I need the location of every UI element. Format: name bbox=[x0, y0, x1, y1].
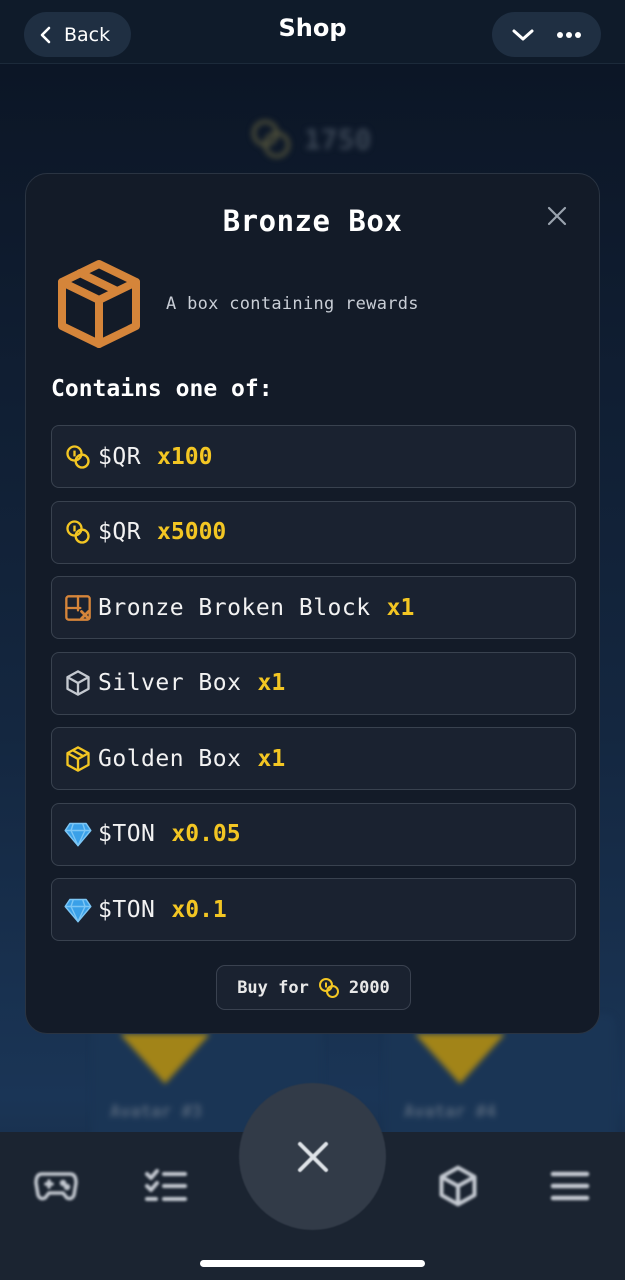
app-header: Back Shop bbox=[0, 0, 625, 64]
reward-item: $QR x5000 bbox=[51, 500, 576, 564]
reward-quantity: x100 bbox=[157, 443, 213, 470]
reward-item: $QR x100 bbox=[51, 425, 576, 488]
box-description: A box containing rewards bbox=[166, 294, 419, 314]
close-icon bbox=[297, 1141, 328, 1172]
gamepad-icon[interactable] bbox=[34, 1164, 78, 1208]
modal-title: Bronze Box bbox=[222, 204, 403, 238]
buy-price: 2000 bbox=[348, 977, 390, 998]
reward-name: Silver Box bbox=[98, 670, 242, 696]
reward-name: Golden Box bbox=[98, 745, 242, 772]
contains-heading: Contains one of: bbox=[51, 376, 273, 402]
avatar-label: Avatar #3 bbox=[110, 1102, 203, 1122]
box-icon[interactable] bbox=[436, 1164, 480, 1208]
golden-box-icon bbox=[64, 745, 92, 773]
reward-item: $TON x0.1 bbox=[51, 878, 576, 941]
reward-item: Golden Box x1 bbox=[51, 727, 576, 790]
close-icon[interactable] bbox=[545, 204, 569, 228]
reward-name: Bronze Broken Block bbox=[98, 594, 371, 621]
checklist-icon[interactable] bbox=[144, 1164, 188, 1208]
buy-button[interactable]: Buy for 2000 bbox=[216, 965, 411, 1010]
reward-name: $QR bbox=[98, 443, 142, 470]
home-indicator bbox=[200, 1260, 425, 1267]
reward-quantity: x0.1 bbox=[171, 896, 227, 923]
reward-list: $QR x100 $QR x5000 Bronze Broken Block x… bbox=[51, 425, 576, 954]
reward-item: Bronze Broken Block x1 bbox=[51, 576, 576, 639]
reward-name: $QR bbox=[98, 519, 142, 545]
coins-icon bbox=[64, 443, 92, 471]
reward-name: $TON bbox=[98, 896, 156, 923]
chevron-down-icon[interactable] bbox=[511, 27, 535, 43]
reward-name: $TON bbox=[98, 821, 156, 847]
reward-quantity: x1 bbox=[386, 594, 415, 621]
diamond-icon bbox=[64, 820, 92, 848]
more-icon[interactable] bbox=[556, 31, 582, 39]
avatar-label: Avatar #4 bbox=[404, 1102, 497, 1122]
bronze-box-modal: Bronze Box A box containing rewards Cont… bbox=[25, 173, 600, 1034]
coins-icon bbox=[64, 518, 92, 546]
header-actions bbox=[492, 12, 601, 57]
coins-icon bbox=[251, 119, 291, 159]
menu-icon[interactable] bbox=[548, 1164, 592, 1208]
reward-quantity: x1 bbox=[257, 745, 286, 772]
diamond-icon bbox=[64, 896, 92, 924]
reward-item: $TON x0.05 bbox=[51, 802, 576, 866]
background-balance-value: 1750 bbox=[304, 122, 372, 156]
buy-label: Buy for bbox=[237, 977, 309, 998]
reward-quantity: x5000 bbox=[157, 519, 227, 545]
bronze-box-icon bbox=[54, 258, 144, 350]
coins-icon bbox=[318, 977, 339, 998]
background-balance: 1750 bbox=[248, 116, 371, 162]
center-close-button[interactable] bbox=[239, 1083, 386, 1230]
reward-item: Silver Box x1 bbox=[51, 651, 576, 715]
broken-block-icon bbox=[64, 594, 92, 622]
reward-quantity: x1 bbox=[257, 670, 286, 696]
silver-box-icon bbox=[64, 669, 92, 697]
reward-quantity: x0.05 bbox=[171, 821, 241, 847]
